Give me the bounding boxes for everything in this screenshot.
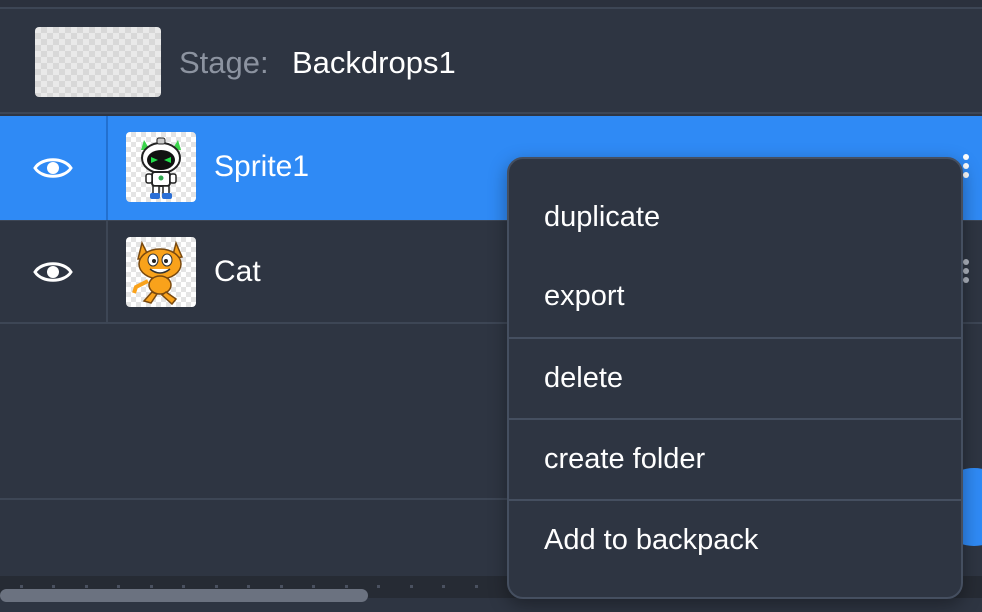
menu-item-export[interactable]: export — [509, 280, 961, 313]
menu-item-add-to-backpack[interactable]: Add to backpack — [509, 524, 961, 557]
sprite-thumbnail[interactable] — [126, 132, 196, 202]
visibility-toggle[interactable] — [0, 221, 106, 322]
menu-divider — [509, 418, 961, 420]
menu-item-duplicate[interactable]: duplicate — [509, 201, 961, 234]
menu-divider — [509, 499, 961, 501]
sprite-thumbnail[interactable] — [126, 237, 196, 307]
stage-backdrop-name: Backdrops1 — [292, 45, 456, 80]
menu-item-delete[interactable]: delete — [509, 362, 961, 395]
menu-item-create-folder[interactable]: create folder — [509, 443, 961, 476]
panel-bottom-edge — [0, 602, 982, 612]
row-divider — [106, 116, 108, 220]
robot-sprite-image — [141, 137, 181, 199]
horizontal-scrollbar[interactable] — [0, 589, 368, 602]
sprite-name: Cat — [214, 255, 261, 288]
row-divider — [106, 221, 108, 322]
eye-icon — [33, 158, 73, 178]
sprite-context-menu: duplicate export delete create folder Ad… — [507, 157, 963, 599]
menu-divider — [509, 337, 961, 339]
eye-icon — [33, 261, 73, 282]
stage-thumbnail[interactable] — [35, 27, 161, 97]
sprite-name: Sprite1 — [214, 150, 310, 183]
panel-top-border — [0, 0, 982, 9]
cat-sprite-image — [132, 240, 184, 306]
visibility-toggle[interactable] — [0, 116, 106, 220]
stage-row[interactable]: Stage: Backdrops1 — [0, 9, 982, 114]
stage-label: Stage: — [179, 45, 269, 80]
